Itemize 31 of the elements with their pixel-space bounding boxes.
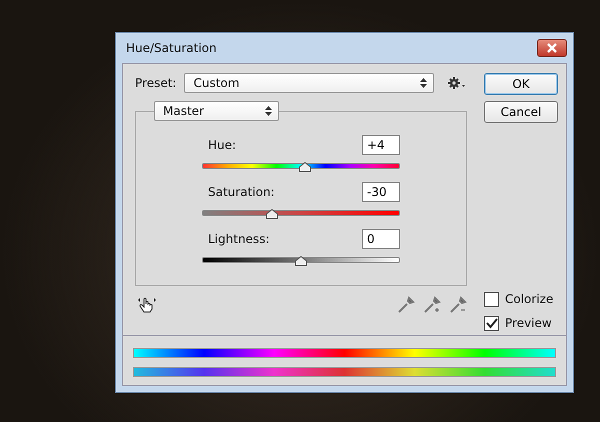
checkbox[interactable] xyxy=(484,292,499,306)
channel-dropdown[interactable]: Master xyxy=(154,101,279,121)
preset-dropdown[interactable]: Custom xyxy=(184,73,434,93)
window-title: Hue/Saturation xyxy=(126,41,217,55)
slider-thumb[interactable] xyxy=(295,256,307,266)
checkbox-option[interactable]: Preview xyxy=(484,311,558,335)
slider-thumb[interactable] xyxy=(266,209,278,219)
value-field[interactable]: -30 xyxy=(362,182,400,202)
slider-track[interactable] xyxy=(202,163,400,169)
slider-label: Hue: xyxy=(208,138,236,152)
updown-icon xyxy=(265,106,272,116)
preset-label: Preset: xyxy=(135,76,176,90)
checkbox-option[interactable]: Colorize xyxy=(484,287,558,311)
value-field[interactable]: 0 xyxy=(362,229,400,249)
value-field[interactable]: +4 xyxy=(362,135,400,155)
dialog-button[interactable]: OK xyxy=(484,73,558,95)
slider-track[interactable] xyxy=(202,210,400,216)
slider-label: Lightness: xyxy=(208,232,270,246)
close-icon xyxy=(546,43,558,53)
slider-label: Saturation: xyxy=(208,185,275,199)
checkbox[interactable] xyxy=(484,316,499,330)
slider-thumb[interactable] xyxy=(298,162,311,172)
eyedropper-icon[interactable] xyxy=(449,296,467,314)
eyedropper-icon[interactable] xyxy=(423,296,441,314)
slider-track[interactable] xyxy=(202,257,400,263)
hand-icon[interactable] xyxy=(137,296,157,314)
close-button[interactable] xyxy=(537,39,567,57)
eyedropper-icon[interactable] xyxy=(397,296,415,314)
updown-icon xyxy=(420,78,428,88)
gear-icon[interactable] xyxy=(448,77,466,89)
dialog-button[interactable]: Cancel xyxy=(484,101,558,123)
